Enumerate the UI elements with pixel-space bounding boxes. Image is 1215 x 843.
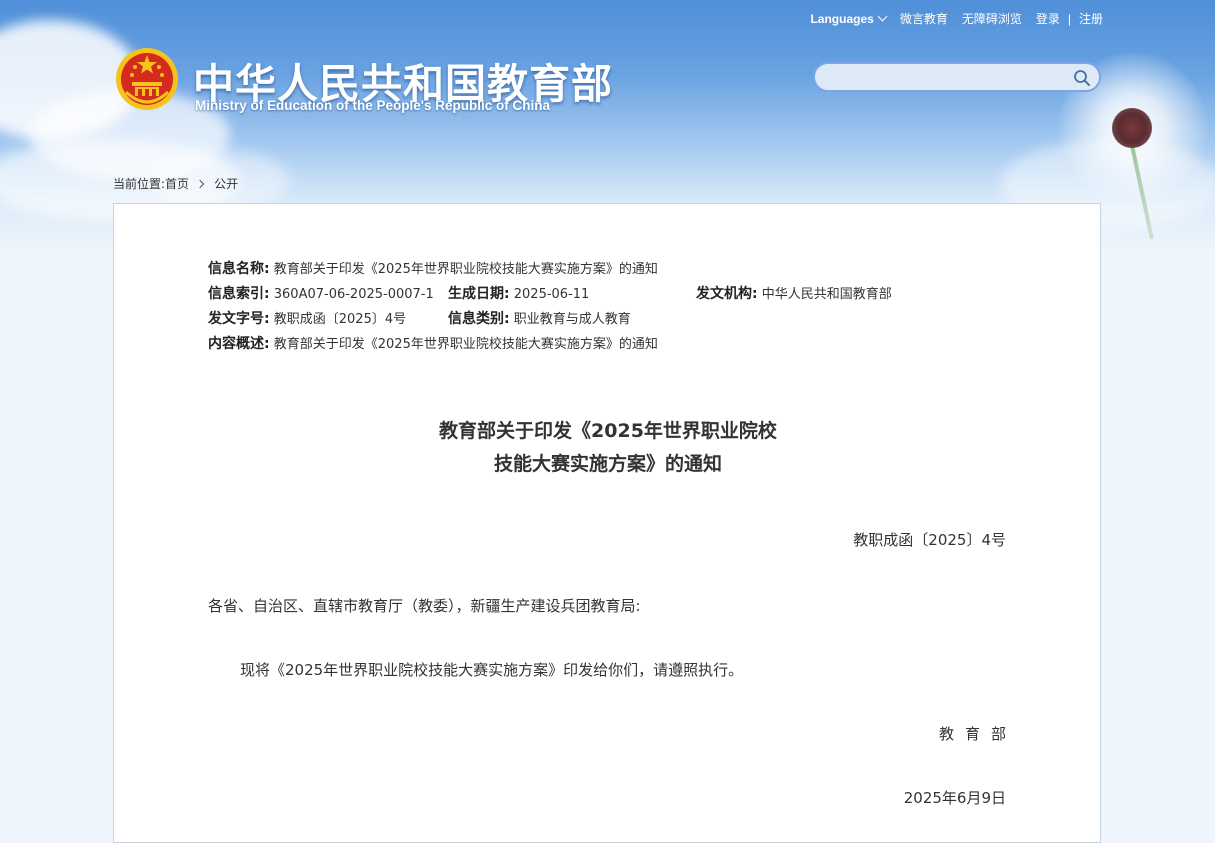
document-title-line1: 教育部关于印发《2025年世界职业院校 [439,420,777,442]
meta-row-index: 信息索引: 360A07-06-2025-0007-1 生成日期: 2025-0… [208,282,892,307]
meta-name-label: 信息名称: [208,261,270,277]
languages-menu[interactable]: Languages [810,11,888,26]
languages-label: Languages [810,11,874,26]
register-link[interactable]: 注册 [1079,10,1103,27]
national-emblem-icon[interactable] [114,46,180,112]
info-metadata: 信息名称: 教育部关于印发《2025年世界职业院校技能大赛实施方案》的通知 信息… [208,257,892,357]
meta-date-label: 生成日期: [448,286,510,302]
breadcrumb-home[interactable]: 首页 [165,177,189,191]
accessible-browse-link[interactable]: 无障碍浏览 [962,10,1022,27]
login-link[interactable]: 登录 [1036,10,1060,27]
top-nav: Languages 微言教育 无障碍浏览 登录 | 注册 [796,10,1103,27]
meta-category-label: 信息类别: [448,311,510,327]
meta-docno-value: 教职成函〔2025〕4号 [273,312,407,327]
document-number: 教职成函〔2025〕4号 [853,531,1006,549]
meta-index-label: 信息索引: [208,286,270,302]
meta-org-value: 中华人民共和国教育部 [761,287,892,302]
content-panel: 信息名称: 教育部关于印发《2025年世界职业院校技能大赛实施方案》的通知 信息… [113,203,1101,843]
dandelion-core [1112,108,1152,148]
breadcrumb-arrow-icon [195,179,205,189]
meta-summary-value: 教育部关于印发《2025年世界职业院校技能大赛实施方案》的通知 [273,337,658,352]
search-input[interactable] [827,64,1071,92]
meta-row-name: 信息名称: 教育部关于印发《2025年世界职业院校技能大赛实施方案》的通知 [208,257,658,282]
document-date: 2025年6月9日 [903,789,1006,807]
breadcrumb-prefix: 当前位置: [113,177,166,191]
meta-row-docno: 发文字号: 教职成函〔2025〕4号 信息类别: 职业教育与成人教育 [208,307,658,332]
meta-category-value: 职业教育与成人教育 [513,312,631,327]
document-body: 现将《2025年世界职业院校技能大赛实施方案》印发给你们，请遵照执行。 [240,661,744,679]
search-box [813,62,1101,92]
chevron-down-icon [877,11,888,22]
meta-index-value: 360A07-06-2025-0007-1 [273,287,434,302]
meta-date-value: 2025-06-11 [513,287,590,302]
nav-separator: | [1067,11,1071,26]
meta-name-value: 教育部关于印发《2025年世界职业院校技能大赛实施方案》的通知 [273,262,658,277]
meta-row-summary: 内容概述: 教育部关于印发《2025年世界职业院校技能大赛实施方案》的通知 [208,332,658,357]
meta-org-label: 发文机构: [696,286,758,302]
meta-docno-label: 发文字号: [208,311,270,327]
meta-summary-label: 内容概述: [208,336,270,352]
search-icon[interactable] [1073,69,1091,87]
breadcrumb-current[interactable]: 公开 [214,177,238,191]
document-title-line2: 技能大赛实施方案》的通知 [493,453,722,475]
weiyan-link[interactable]: 微言教育 [900,10,948,27]
document-issuer: 教育部 [938,725,1017,743]
document-addressee: 各省、自治区、直辖市教育厅（教委），新疆生产建设兵团教育局: [208,597,641,615]
site-title-en[interactable]: Ministry of Education of the People's Re… [195,98,550,113]
breadcrumb: 当前位置:首页 公开 [113,175,238,192]
document-title: 教育部关于印发《2025年世界职业院校 技能大赛实施方案》的通知 [114,415,1102,481]
